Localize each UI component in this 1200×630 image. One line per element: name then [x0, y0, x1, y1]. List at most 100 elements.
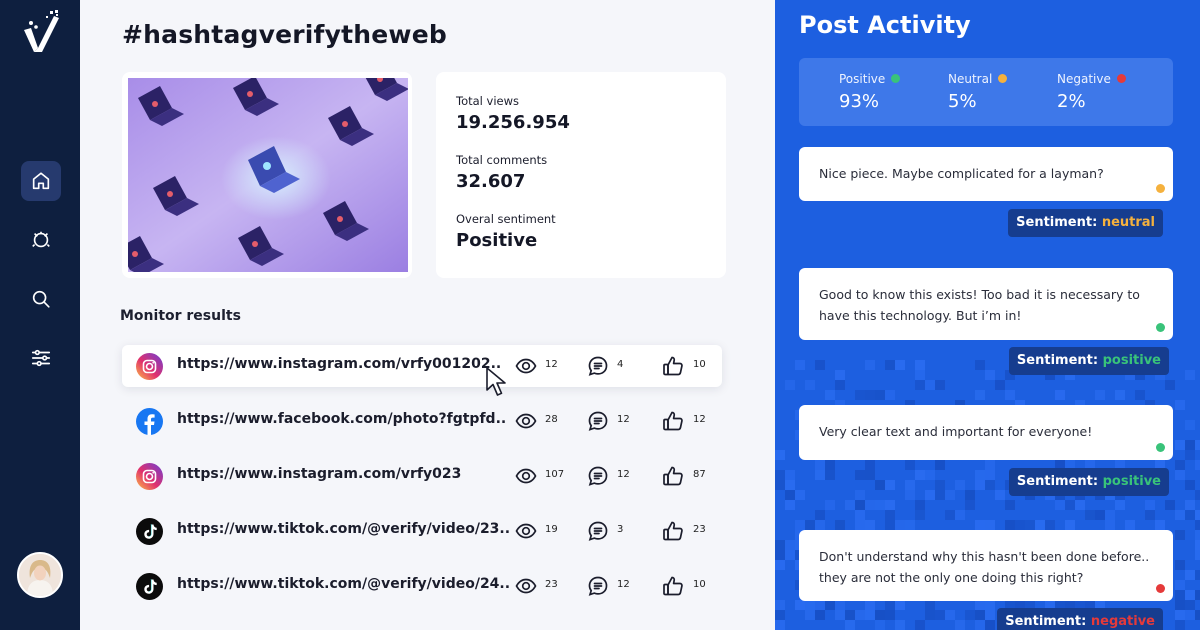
- views-count: 23: [545, 579, 558, 590]
- likes-count: 10: [693, 359, 706, 370]
- views-count: 107: [545, 469, 565, 480]
- comment-text: Very clear text and important for everyo…: [819, 424, 1093, 439]
- views-count: 12: [545, 359, 558, 370]
- status-dot-icon: [1156, 443, 1165, 452]
- tiktok-icon: [136, 518, 163, 545]
- comment-text: Nice piece. Maybe complicated for a laym…: [819, 166, 1104, 181]
- status-dot-icon: [1156, 584, 1165, 593]
- page-title: #hashtagverifytheweb: [122, 20, 447, 49]
- views-icon: [515, 575, 537, 597]
- likes-count: 12: [693, 414, 706, 425]
- bug-icon: [32, 231, 50, 248]
- views-count: 28: [545, 414, 558, 425]
- sentiment-tag-prefix: Sentiment:: [1016, 474, 1099, 489]
- result-url[interactable]: https://www.instagram.com/vrfy023: [177, 466, 461, 482]
- total-comments-value: 32.607: [456, 171, 526, 192]
- sentiment-summary-label: Positive: [839, 72, 901, 86]
- sentiment-tag-value: negative: [1090, 614, 1155, 629]
- search-icon: [32, 290, 50, 308]
- views-icon: [515, 410, 537, 432]
- comments-count: 3: [617, 524, 624, 535]
- stats-card: Total views 19.256.954 Total comments 32…: [436, 72, 726, 278]
- likes-icon: [662, 520, 684, 542]
- sentiment-tag-prefix: Sentiment:: [1005, 614, 1087, 629]
- result-row[interactable]: https://www.instagram.com/vrfy001202.. 12…: [122, 345, 722, 387]
- status-dot-icon: [1116, 74, 1126, 83]
- comments-icon: [587, 520, 609, 542]
- tiktok-icon: [136, 573, 163, 600]
- total-comments-label: Total comments: [456, 153, 548, 167]
- facebook-icon: [136, 408, 163, 435]
- result-url[interactable]: https://www.facebook.com/photo?fgtpfd..: [177, 411, 506, 427]
- status-dot-icon: [891, 74, 901, 83]
- result-url[interactable]: https://www.instagram.com/vrfy001202..: [177, 356, 501, 372]
- sentiment-summary-value: 2%: [1057, 91, 1086, 112]
- comments-count: 12: [617, 414, 630, 425]
- views-icon: [515, 465, 537, 487]
- instagram-icon: [136, 463, 163, 490]
- likes-count: 10: [693, 579, 706, 590]
- result-row[interactable]: https://www.tiktok.com/@verify/video/23.…: [122, 510, 722, 552]
- result-row[interactable]: https://www.facebook.com/photo?fgtpfd.. 2…: [122, 400, 722, 442]
- sentiment-summary: Positive 93% Neutral 5% Negative 2%: [799, 58, 1173, 126]
- sentiment-tag: Sentiment: positive: [1008, 468, 1169, 496]
- sidebar-item-activity[interactable]: [21, 220, 61, 260]
- comment-card[interactable]: Very clear text and important for everyo…: [799, 405, 1173, 460]
- overall-sentiment-value: Positive: [456, 230, 538, 251]
- sentiment-tag: Sentiment: negative: [997, 608, 1163, 630]
- sentiment-summary-label: Negative: [1057, 72, 1126, 86]
- sentiment-summary-label-text: Positive: [839, 72, 886, 86]
- post-activity-panel: Post Activity Positive 93% Neutral 5% Negati…: [775, 0, 1200, 630]
- comment-card[interactable]: Nice piece. Maybe complicated for a laym…: [799, 147, 1173, 201]
- result-url[interactable]: https://www.tiktok.com/@verify/video/23.…: [177, 521, 510, 537]
- total-views-label: Total views: [456, 94, 519, 108]
- monitor-results-heading: Monitor results: [120, 308, 241, 324]
- sentiment-tag-value: positive: [1102, 474, 1161, 489]
- comments-icon: [587, 355, 609, 377]
- status-dot-icon: [1156, 323, 1165, 332]
- views-icon: [515, 355, 537, 377]
- comment-card[interactable]: Good to know this exists! Too bad it is …: [799, 268, 1173, 340]
- sentiment-tag-value: positive: [1102, 353, 1161, 368]
- comments-icon: [587, 575, 609, 597]
- mouse-cursor-icon: [486, 367, 506, 396]
- sliders-icon: [31, 349, 51, 367]
- comment-text: Don't understand why this hasn't been do…: [819, 549, 1150, 585]
- sentiment-tag-prefix: Sentiment:: [1016, 353, 1099, 368]
- views-count: 19: [545, 524, 558, 535]
- likes-count: 87: [693, 469, 706, 480]
- total-views-value: 19.256.954: [456, 112, 570, 133]
- post-image[interactable]: [128, 78, 408, 272]
- main-content: #hashtagverifytheweb Total views 19.256.…: [80, 0, 775, 630]
- comment-card[interactable]: Don't understand why this hasn't been do…: [799, 530, 1173, 601]
- sidebar-item-filters[interactable]: [21, 338, 61, 378]
- sidebar: [0, 0, 80, 630]
- overall-sentiment-label: Overal sentiment: [456, 212, 556, 226]
- likes-icon: [662, 410, 684, 432]
- status-dot-icon: [998, 74, 1008, 83]
- comments-count: 12: [617, 579, 630, 590]
- home-icon: [32, 172, 50, 190]
- result-url[interactable]: https://www.tiktok.com/@verify/video/24.…: [177, 576, 510, 592]
- result-row[interactable]: https://www.tiktok.com/@verify/video/24.…: [122, 565, 722, 607]
- avatar-image: [19, 554, 61, 596]
- likes-icon: [662, 575, 684, 597]
- sidebar-item-search[interactable]: [21, 279, 61, 319]
- sentiment-summary-value: 5%: [948, 91, 977, 112]
- post-activity-title: Post Activity: [799, 11, 971, 39]
- comments-count: 4: [617, 359, 624, 370]
- post-image-card: [122, 72, 412, 278]
- status-dot-icon: [1156, 184, 1165, 193]
- comments-icon: [587, 465, 609, 487]
- sidebar-item-home[interactable]: [21, 161, 61, 201]
- user-avatar[interactable]: [17, 552, 63, 598]
- views-icon: [515, 520, 537, 542]
- likes-icon: [662, 465, 684, 487]
- sentiment-summary-value: 93%: [839, 91, 880, 112]
- sentiment-tag: Sentiment: neutral: [1008, 209, 1163, 237]
- result-row[interactable]: https://www.instagram.com/vrfy023 107 12 87: [122, 455, 722, 497]
- instagram-icon: [136, 353, 163, 380]
- comments-icon: [587, 410, 609, 432]
- checkmark-logo-icon[interactable]: [20, 8, 64, 56]
- sentiment-tag-prefix: Sentiment:: [1016, 215, 1098, 230]
